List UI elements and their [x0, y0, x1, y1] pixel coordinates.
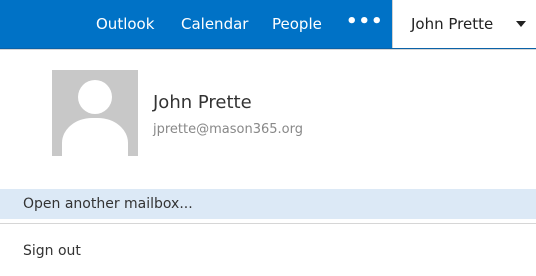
avatar-head	[78, 80, 112, 114]
nav-calendar-link[interactable]: Calendar	[181, 15, 248, 33]
top-navigation-bar: Outlook Calendar People ••• John Prette	[0, 0, 536, 49]
more-apps-button[interactable]: •••	[346, 13, 384, 31]
account-dropdown-panel: John Prette jprette@mason365.org Open an…	[0, 49, 536, 276]
account-menu-button[interactable]: John Prette	[392, 0, 536, 48]
menu-divider	[0, 223, 536, 224]
profile-name: John Prette	[153, 92, 252, 113]
account-menu-page: Outlook Calendar People ••• John Prette …	[0, 0, 536, 276]
nav-outlook-link[interactable]: Outlook	[96, 15, 154, 33]
sign-out-item[interactable]: Sign out	[0, 237, 536, 265]
open-another-mailbox-item[interactable]: Open another mailbox...	[0, 189, 536, 219]
avatar-body	[62, 118, 128, 156]
account-menu-name: John Prette	[411, 15, 494, 33]
profile-email: jprette@mason365.org	[153, 122, 303, 137]
nav-people-link[interactable]: People	[272, 15, 322, 33]
panel-top-divider	[0, 49, 536, 50]
chevron-down-icon	[516, 21, 526, 27]
user-avatar-icon	[52, 70, 138, 156]
